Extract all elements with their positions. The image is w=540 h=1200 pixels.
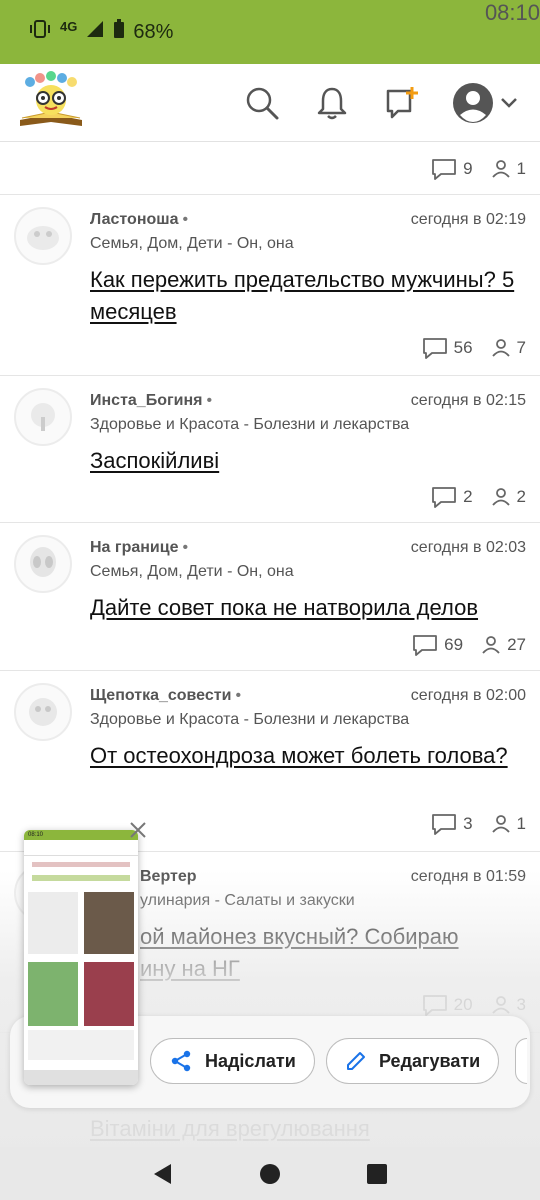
thumbnail-image [28,962,78,1026]
list-item: 9 1 [0,142,540,195]
participants-icon [482,636,500,654]
notifications-button[interactable] [312,83,352,123]
thumbnail-image [84,962,134,1026]
post-stats: 20 3 [422,994,526,1016]
post-title[interactable]: Как пережить предательство мужчины? 5 ме… [90,264,528,328]
status-time: 08:10 [484,0,540,25]
post-author[interactable]: На границе [90,539,178,556]
chevron-down-icon [501,98,517,108]
participants-icon [491,339,510,357]
avatar-icon [453,83,493,123]
comment-icon [432,814,456,835]
recents-icon[interactable] [365,1162,389,1186]
post-stats: 3 1 [431,813,526,835]
search-icon [246,87,279,120]
post-category[interactable]: Здоровье и Красота - Болезни и лекарства [90,711,526,729]
post-title[interactable]: Дайте совет пока не натворила делов [90,592,528,624]
status-bar: 08:10 4G 68% [0,0,540,64]
share-button[interactable]: Надіслати [150,1038,315,1084]
share-icon [171,1050,191,1072]
post-category[interactable]: Семья, Дом, Дети - Он, она [90,563,526,581]
comment-icon [432,159,456,180]
profile-menu[interactable] [452,82,518,124]
post-stats: 56 7 [422,337,526,359]
vibrate-icon [28,19,52,45]
post-category[interactable]: улинария - Салаты и закуски [140,892,526,910]
signal-icon [85,19,105,45]
network-type: 4G [60,18,78,34]
comment-icon [413,635,438,656]
bell-icon [317,87,347,120]
post-time: сегодня в 01:59 [410,868,526,885]
screenshot-thumbnail[interactable]: 08:10 [24,830,138,1085]
post-time: сегодня в 02:00 [410,687,526,704]
edit-label: Редагувати [379,1050,481,1071]
post-category[interactable]: Здоровье и Красота - Болезни и лекарства [90,416,526,434]
post-title[interactable]: Заспокійливі [90,445,528,477]
post-title[interactable]: ой майонез вкусный? Собираю ину на НГ [140,921,528,985]
comment-icon [432,487,456,508]
pencil-icon [347,1052,365,1070]
post-author[interactable]: Вертер [140,868,197,885]
post-title[interactable]: От остеохондроза может болеть голова? [90,740,528,772]
site-logo[interactable] [16,70,86,130]
list-item: Инста_Богиня • сегодня в 02:15 Здоровье и… [0,376,540,523]
more-action-chip[interactable] [515,1038,527,1084]
participants-icon [491,996,510,1014]
list-item: Ластоноша • сегодня в 02:19 Семья, Дом, Д… [0,195,540,376]
post-time: сегодня в 02:19 [410,211,526,228]
post-author[interactable]: Инста_Богиня [90,392,202,409]
thumbnail-status-time: 08:10 [24,830,138,840]
back-icon[interactable] [151,1162,175,1186]
battery-icon [113,19,125,45]
thumbnail-header [24,840,138,856]
close-thumbnail-button[interactable] [126,818,150,842]
post-stats: 2 2 [431,486,526,508]
participants-icon [491,160,510,178]
participants-icon [491,488,510,506]
list-item: Щепотка_совести • сегодня в 02:00 Здоровь… [0,671,540,852]
thumbnail-image [28,892,78,954]
home-icon[interactable] [258,1162,282,1186]
list-item: На границе • сегодня в 02:03 Семья, Дом, … [0,523,540,671]
post-author[interactable]: Ластоноша [90,211,179,228]
search-button[interactable] [242,83,282,123]
post-time: сегодня в 02:15 [410,392,526,409]
edit-button[interactable]: Редагувати [326,1038,500,1084]
post-category[interactable]: Семья, Дом, Дети - Он, она [90,235,526,253]
post-stats: 9 1 [431,158,526,180]
share-label: Надіслати [205,1050,296,1071]
battery-level: 68% [133,20,174,43]
new-message-button[interactable] [382,83,422,123]
thumbnail-image [84,892,134,954]
post-title[interactable]: Вітаміни для врегулювання [90,1113,370,1145]
comment-icon [422,338,447,359]
post-time: сегодня в 02:03 [410,539,526,556]
close-icon [130,822,146,838]
post-author[interactable]: Щепотка_совести [90,687,231,704]
new-message-icon [386,87,418,119]
app-header [0,64,540,142]
system-nav-bar [0,1147,540,1200]
post-stats: 69 27 [412,634,526,656]
thumbnail-navbar [24,1070,138,1085]
participants-icon [491,815,510,833]
comment-icon [422,995,447,1016]
